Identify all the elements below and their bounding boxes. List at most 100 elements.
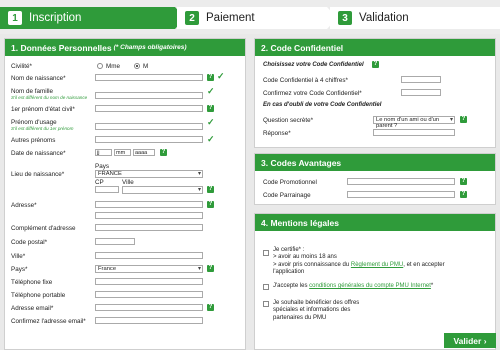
radio-m[interactable]: [134, 63, 140, 69]
cgu-link[interactable]: conditions générales du compte PMU Inter…: [309, 283, 431, 289]
pays-label: Pays*: [11, 266, 28, 273]
valid-check-icon: ✓: [217, 71, 225, 81]
radio-mme-label: Mme: [106, 63, 120, 70]
step-inscription: 1 Inscription: [0, 7, 185, 29]
help-icon[interactable]: ?: [372, 61, 379, 68]
email-confirm-input[interactable]: [95, 317, 203, 324]
date-month-input[interactable]: mm: [114, 149, 131, 156]
step-validation: 3 Validation: [330, 7, 500, 29]
offers-text: Je souhaite bénéficier des offres spécia…: [273, 300, 491, 322]
offers-line-1: Je souhaite bénéficier des offres: [273, 300, 360, 306]
offers-checkbox[interactable]: [263, 301, 269, 307]
certifie-text: Je certifie* : > avoir au moins 18 ans >…: [273, 247, 491, 277]
tel-portable-input[interactable]: [95, 291, 203, 298]
ville-input[interactable]: [95, 252, 203, 259]
help-icon[interactable]: ?: [160, 149, 167, 156]
cp-naissance-input[interactable]: [95, 186, 119, 193]
reponse-input[interactable]: [373, 129, 455, 136]
tel-portable-label: Téléphone portable: [11, 292, 66, 299]
valid-check-icon: ✓: [207, 117, 215, 127]
step-number: 1: [8, 11, 22, 25]
accept-prefix: J'accepte les: [273, 283, 310, 289]
reglement-suffix: , et en accepter: [403, 261, 445, 268]
complement-label: Complément d'adresse: [11, 225, 76, 232]
codes-avantages-panel: 3. Codes Avantages Code Promotionnel ? C…: [254, 153, 496, 205]
accept-cgu-text: J'accepte les conditions générales du co…: [273, 283, 491, 290]
date-year-input[interactable]: aaaa: [133, 149, 155, 156]
prenom-usage-input[interactable]: [95, 123, 203, 130]
question-label: Question secrète*: [263, 117, 314, 124]
step-paiement: 2 Paiement: [177, 7, 337, 29]
radio-mme[interactable]: [97, 63, 103, 69]
civilite-label: Civilité*: [11, 63, 32, 70]
pays-naissance-select[interactable]: FRANCE: [95, 170, 203, 178]
progress-steps: 1 Inscription 2 Paiement 3 Validation: [0, 0, 500, 34]
nom-naissance-label: Nom de naissance*: [11, 75, 66, 82]
adresse-input-2[interactable]: [95, 212, 203, 219]
date-day-input[interactable]: jj: [95, 149, 112, 156]
promo-input[interactable]: [347, 178, 455, 185]
mentions-legales-panel: 4. Mentions légales Je certifie* : > avo…: [254, 213, 496, 350]
certifie-title: Je certifie* :: [273, 247, 305, 253]
pays-sublabel: Pays: [95, 163, 109, 170]
help-icon[interactable]: ?: [207, 201, 214, 208]
tel-fixe-label: Téléphone fixe: [11, 279, 53, 286]
prenom-label: 1er prénom d'état civil*: [11, 106, 75, 113]
help-icon[interactable]: ?: [207, 74, 214, 81]
valider-button[interactable]: Valider ›: [444, 333, 496, 348]
nom-famille-note: S'il est différent du nom de naissance: [11, 95, 88, 100]
certifie-line-reglement: > avoir pris connaissance du Règlement d…: [273, 262, 491, 269]
reglement-link[interactable]: Règlement du PMU: [351, 262, 403, 268]
complement-input[interactable]: [95, 224, 203, 231]
certifie-checkbox[interactable]: [263, 250, 269, 256]
parrainage-input[interactable]: [347, 191, 455, 198]
step-label: Validation: [359, 12, 409, 24]
step-number: 3: [338, 11, 352, 25]
code-confirm-label: Confirmez votre Code Confidentiel*: [263, 90, 362, 97]
prenom-usage-label: Prénom d'usage: [11, 119, 57, 126]
help-icon[interactable]: ?: [207, 304, 214, 311]
adresse-input[interactable]: [95, 201, 203, 208]
step-number: 2: [185, 11, 199, 25]
ville-naissance-select[interactable]: [122, 186, 203, 194]
ville-sublabel: Ville: [122, 179, 134, 186]
nom-naissance-input[interactable]: [95, 74, 203, 81]
accept-suffix: *: [430, 283, 434, 289]
panel-title: 2. Code Confidentiel: [255, 39, 495, 56]
offers-line-3: partenaires du PMU: [273, 314, 327, 321]
valid-check-icon: ✓: [207, 134, 215, 144]
question-select[interactable]: Le nom d'un ami ou d'un parent ?: [373, 116, 455, 129]
help-icon[interactable]: ?: [207, 186, 214, 193]
oubli-hint: En cas d'oubli de votre Code Confidentie…: [263, 102, 382, 108]
panel-title: 3. Codes Avantages: [255, 154, 495, 171]
help-icon[interactable]: ?: [207, 265, 214, 272]
code-confirm-input[interactable]: [401, 89, 441, 96]
help-icon[interactable]: ?: [460, 191, 467, 198]
radio-m-label: M: [143, 63, 149, 70]
pays-select[interactable]: France: [95, 265, 203, 273]
tel-fixe-input[interactable]: [95, 278, 203, 285]
step-label: Inscription: [29, 12, 82, 24]
prenom-input[interactable]: [95, 105, 203, 112]
certifie-line-application: l'application: [273, 269, 305, 276]
autres-prenoms-input[interactable]: [95, 136, 203, 143]
certifie-line-age: > avoir au moins 18 ans: [273, 254, 337, 261]
nom-famille-input[interactable]: [95, 92, 203, 99]
personal-data-panel: 1. Données Personnelles (* Champs obliga…: [4, 38, 246, 350]
valid-check-icon: ✓: [207, 86, 215, 96]
code-postal-input[interactable]: [95, 238, 135, 245]
help-icon[interactable]: ?: [460, 116, 467, 123]
date-naissance-label: Date de naissance*: [11, 150, 66, 157]
panel-title-text: 1. Données Personnelles: [11, 42, 112, 53]
code-hint: Choisissez votre Code Confidentiel: [263, 62, 364, 68]
email-confirm-label: Confirmez l'adresse email*: [11, 318, 86, 325]
help-icon[interactable]: ?: [460, 178, 467, 185]
code-confidentiel-panel: 2. Code Confidentiel Choisissez votre Co…: [254, 38, 496, 148]
ville-label: Ville*: [11, 253, 26, 260]
help-icon[interactable]: ?: [207, 105, 214, 112]
nom-famille-label: Nom de famille: [11, 88, 53, 95]
email-input[interactable]: [95, 304, 203, 311]
panel-title: 1. Données Personnelles (* Champs obliga…: [5, 39, 245, 56]
code-input[interactable]: [401, 76, 441, 83]
accept-cgu-checkbox[interactable]: [263, 284, 269, 290]
